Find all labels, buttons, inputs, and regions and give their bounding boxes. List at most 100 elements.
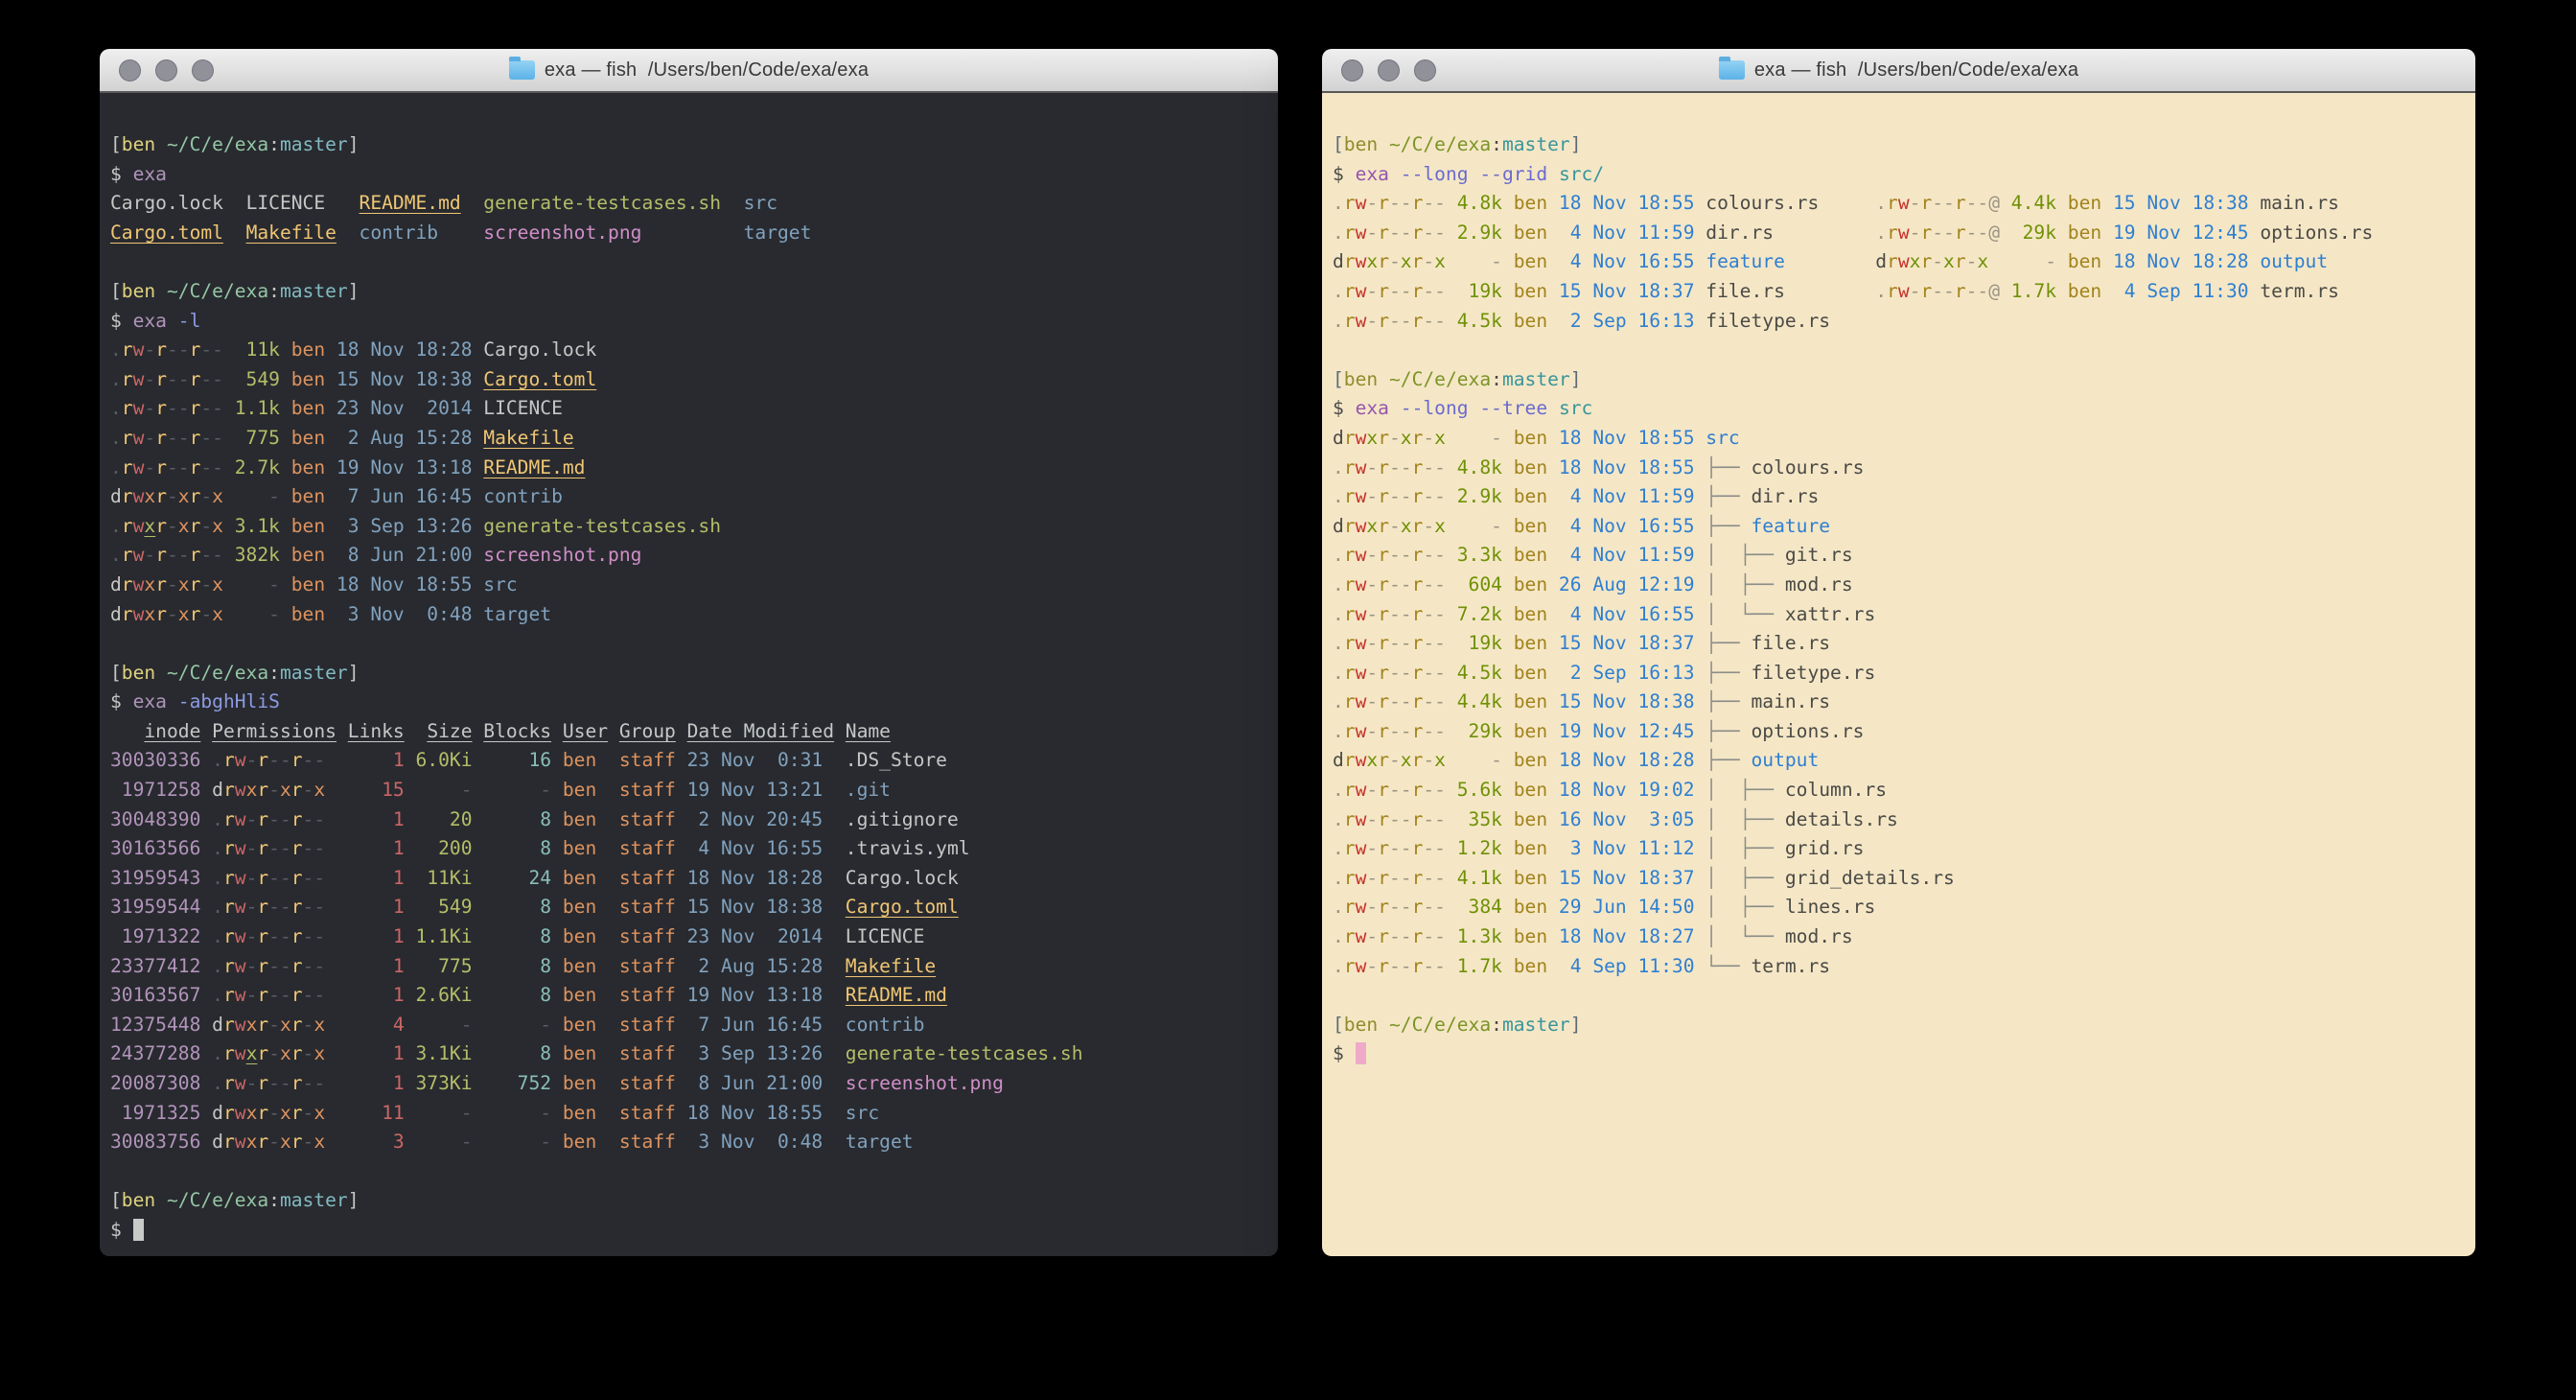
terminal-line: .rw-r--r-- 384 ben 29 Jun 14:50 │ ├── li… bbox=[1333, 893, 2466, 922]
folder-icon[interactable] bbox=[1719, 60, 1745, 80]
terminal-text-segment bbox=[1695, 955, 1706, 977]
terminal-text-segment: @ bbox=[1988, 192, 2000, 214]
terminal-text-segment bbox=[823, 1014, 846, 1036]
terminal-text-segment: r bbox=[155, 515, 167, 537]
terminal-text-segment: r bbox=[190, 573, 201, 595]
terminal-text-segment bbox=[1695, 779, 1706, 801]
terminal-text-segment: r bbox=[190, 603, 201, 625]
terminal-text-segment: 1 bbox=[348, 867, 405, 889]
terminal-text-segment: w bbox=[1356, 867, 1367, 889]
title-bar[interactable]: exa — fish /Users/ben/Code/exa/exa bbox=[100, 49, 1278, 93]
terminal-text-segment: r bbox=[1412, 837, 1424, 859]
terminal-text-segment: $ bbox=[110, 163, 133, 185]
terminal-text-segment: - bbox=[1389, 427, 1401, 449]
terminal-text-segment bbox=[551, 837, 563, 859]
terminal-text-segment: r bbox=[122, 485, 133, 507]
terminal-text-segment: 1 bbox=[348, 749, 405, 771]
terminal-text-segment: ben bbox=[280, 456, 325, 478]
terminal-text-segment: -- bbox=[167, 338, 190, 361]
terminal-text-segment: ben bbox=[1344, 368, 1378, 390]
terminal-line: .rw-r--r-- 19k ben 15 Nov 18:37 file.rs … bbox=[1333, 277, 2466, 307]
terminal-text-segment: -- bbox=[1423, 867, 1446, 889]
terminal-text-segment: r bbox=[291, 1014, 303, 1036]
terminal-text-segment: - bbox=[1366, 779, 1378, 801]
terminal-text-segment: - bbox=[1423, 250, 1434, 272]
terminal-text-segment: - bbox=[268, 1102, 280, 1124]
terminal-screen[interactable]: [ben ~/C/e/exa:master]$ exaCargo.lock LI… bbox=[100, 93, 1278, 1256]
terminal-text-segment: generate-testcases.sh bbox=[483, 192, 721, 214]
folder-icon[interactable] bbox=[509, 60, 535, 80]
terminal-text-segment: x bbox=[1434, 515, 1446, 537]
terminal-text-segment: - bbox=[223, 603, 280, 625]
terminal-text-segment bbox=[823, 779, 846, 801]
terminal-text-segment: r bbox=[1344, 573, 1356, 595]
terminal-text-segment: - bbox=[1366, 662, 1378, 684]
terminal-text-segment: d bbox=[110, 603, 122, 625]
terminal-text-segment: 8 bbox=[483, 1042, 551, 1064]
terminal-text-segment: r bbox=[291, 779, 303, 801]
terminal-line: 30163566 .rw-r--r-- 1 200 8 ben staff 4 … bbox=[110, 834, 1268, 864]
terminal-text-segment: w bbox=[235, 779, 246, 801]
terminal-text-segment: -- bbox=[167, 368, 190, 390]
terminal-text-segment: ~/C/e/exa bbox=[167, 1189, 268, 1211]
terminal-text-segment: .git bbox=[846, 779, 891, 801]
terminal-text-segment bbox=[551, 749, 563, 771]
terminal-text-segment: - bbox=[246, 808, 258, 830]
terminal-text-segment bbox=[676, 1131, 687, 1153]
terminal-text-segment: -- bbox=[303, 925, 326, 947]
terminal-text-segment: - bbox=[1910, 280, 1921, 302]
terminal-text-segment: 4.5k bbox=[1446, 310, 1502, 332]
terminal-text-segment: r bbox=[223, 1072, 235, 1094]
terminal-text-segment bbox=[473, 544, 484, 566]
terminal-text-segment: ben bbox=[2056, 280, 2101, 302]
terminal-text-segment bbox=[596, 1042, 619, 1064]
terminal-text-segment: w bbox=[1356, 310, 1367, 332]
terminal-text-segment: ben bbox=[122, 280, 155, 302]
terminal-text-segment: -- bbox=[167, 456, 190, 478]
terminal-text-segment: 15 Nov 18:37 bbox=[1547, 867, 1694, 889]
terminal-text-segment bbox=[223, 222, 246, 244]
terminal-text-segment: details.rs bbox=[1785, 808, 1898, 830]
terminal-line: [ben ~/C/e/exa:master] bbox=[1333, 365, 2466, 395]
terminal-text-segment: staff bbox=[619, 1102, 676, 1124]
terminal-text-segment: staff bbox=[619, 867, 676, 889]
terminal-text-segment: ├── bbox=[1706, 690, 1751, 712]
terminal-text-segment: r bbox=[223, 1014, 235, 1036]
terminal-text-segment: exa bbox=[1356, 163, 1389, 185]
terminal-line: .rw-r--r-- 3.3k ben 4 Nov 11:59 │ ├── gi… bbox=[1333, 541, 2466, 571]
terminal-text-segment: 384 bbox=[1446, 896, 1502, 918]
terminal-text-segment bbox=[1389, 163, 1401, 185]
terminal-text-segment: 15 Nov 18:37 bbox=[1547, 632, 1694, 654]
terminal-text-segment bbox=[405, 955, 416, 977]
terminal-screen[interactable]: [ben ~/C/e/exa:master]$ exa --long --gri… bbox=[1322, 93, 2475, 1256]
terminal-text-segment: ben bbox=[1502, 250, 1547, 272]
terminal-text-segment: x bbox=[144, 485, 155, 507]
terminal-text-segment bbox=[405, 1042, 416, 1064]
terminal-text-segment: 2 Sep 16:13 bbox=[1547, 310, 1694, 332]
terminal-text-segment: - bbox=[1366, 485, 1378, 507]
terminal-text-segment: 8 bbox=[483, 984, 551, 1006]
terminal-text-segment: -- bbox=[1423, 573, 1446, 595]
terminal-text-segment bbox=[200, 1042, 212, 1064]
terminal-line: 30048390 .rw-r--r-- 1 20 8 ben staff 2 N… bbox=[110, 805, 1268, 835]
terminal-text-segment: 26 Aug 12:19 bbox=[1547, 573, 1694, 595]
terminal-text-segment: r bbox=[1887, 280, 1898, 302]
terminal-text-segment: -- bbox=[1423, 720, 1446, 742]
terminal-text-segment: - bbox=[1366, 603, 1378, 625]
terminal-text-segment: . bbox=[1333, 867, 1344, 889]
terminal-text-segment bbox=[200, 808, 212, 830]
terminal-text-segment: .DS_Store bbox=[846, 749, 947, 771]
terminal-text-segment: 29k bbox=[2000, 222, 2056, 244]
terminal-text-segment: 18 Nov 18:28 bbox=[325, 338, 472, 361]
title-bar[interactable]: exa — fish /Users/ben/Code/exa/exa bbox=[1322, 49, 2475, 93]
terminal-text-segment: 3 Nov 0:48 bbox=[687, 1131, 824, 1153]
terminal-text-segment: r bbox=[1412, 896, 1424, 918]
terminal-text-segment: LICENCE bbox=[483, 397, 563, 419]
terminal-text-segment: src bbox=[483, 573, 517, 595]
terminal-text-segment: -- bbox=[1389, 222, 1412, 244]
terminal-text-segment: ben bbox=[2056, 222, 2101, 244]
terminal-line: drwxr-xr-x - ben 3 Nov 0:48 target bbox=[110, 600, 1268, 630]
terminal-text-segment: r bbox=[1378, 749, 1389, 771]
terminal-text-segment: w bbox=[1356, 662, 1367, 684]
terminal-text-segment: ben bbox=[280, 397, 325, 419]
